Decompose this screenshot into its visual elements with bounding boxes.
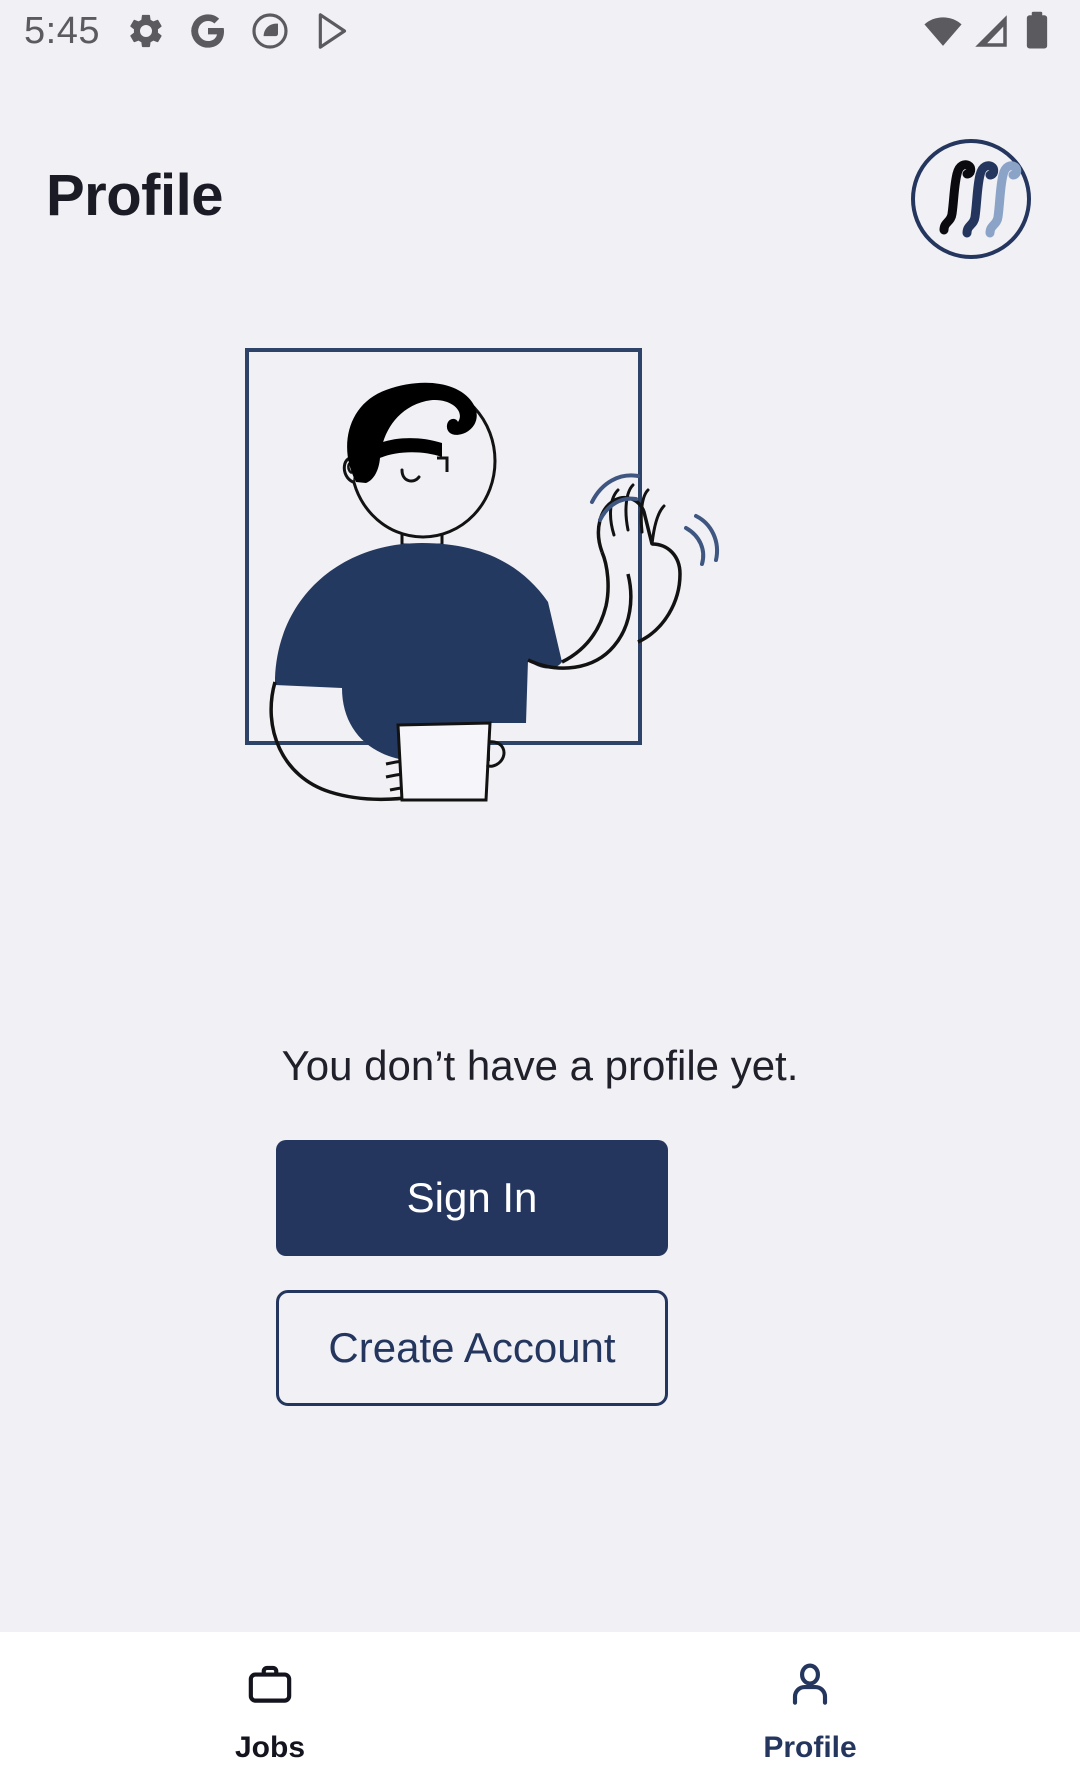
cellular-signal-icon (970, 10, 1012, 52)
bottom-navigation-bar: Jobs Profile (0, 1632, 1080, 1792)
status-bar: 5:45 (0, 0, 1080, 62)
gear-icon (126, 11, 166, 51)
app-screen: 5:45 Profile You don’t have a profile ye… (0, 0, 1080, 1792)
waving-person-with-mug-illustration (190, 330, 890, 850)
wifi-icon (922, 10, 964, 52)
triple-integral-logo (910, 138, 1032, 260)
nav-item-profile[interactable]: Profile (540, 1632, 1080, 1792)
battery-icon (1018, 10, 1056, 52)
briefcase-icon (245, 1660, 295, 1715)
page-title: Profile (46, 163, 224, 228)
status-bar-right-icons (922, 10, 1056, 52)
create-account-button[interactable]: Create Account (276, 1290, 668, 1406)
play-arrow-icon (312, 11, 352, 51)
person-icon (785, 1660, 835, 1715)
empty-state-message: You don’t have a profile yet. (281, 1042, 799, 1089)
status-bar-clock: 5:45 (24, 9, 100, 52)
nav-label-profile: Profile (763, 1730, 857, 1764)
sign-in-button[interactable]: Sign In (276, 1140, 668, 1256)
nav-label-jobs: Jobs (234, 1730, 306, 1764)
google-g-icon (188, 11, 228, 51)
app-circle-icon (250, 11, 290, 51)
nav-item-jobs[interactable]: Jobs (0, 1632, 540, 1792)
